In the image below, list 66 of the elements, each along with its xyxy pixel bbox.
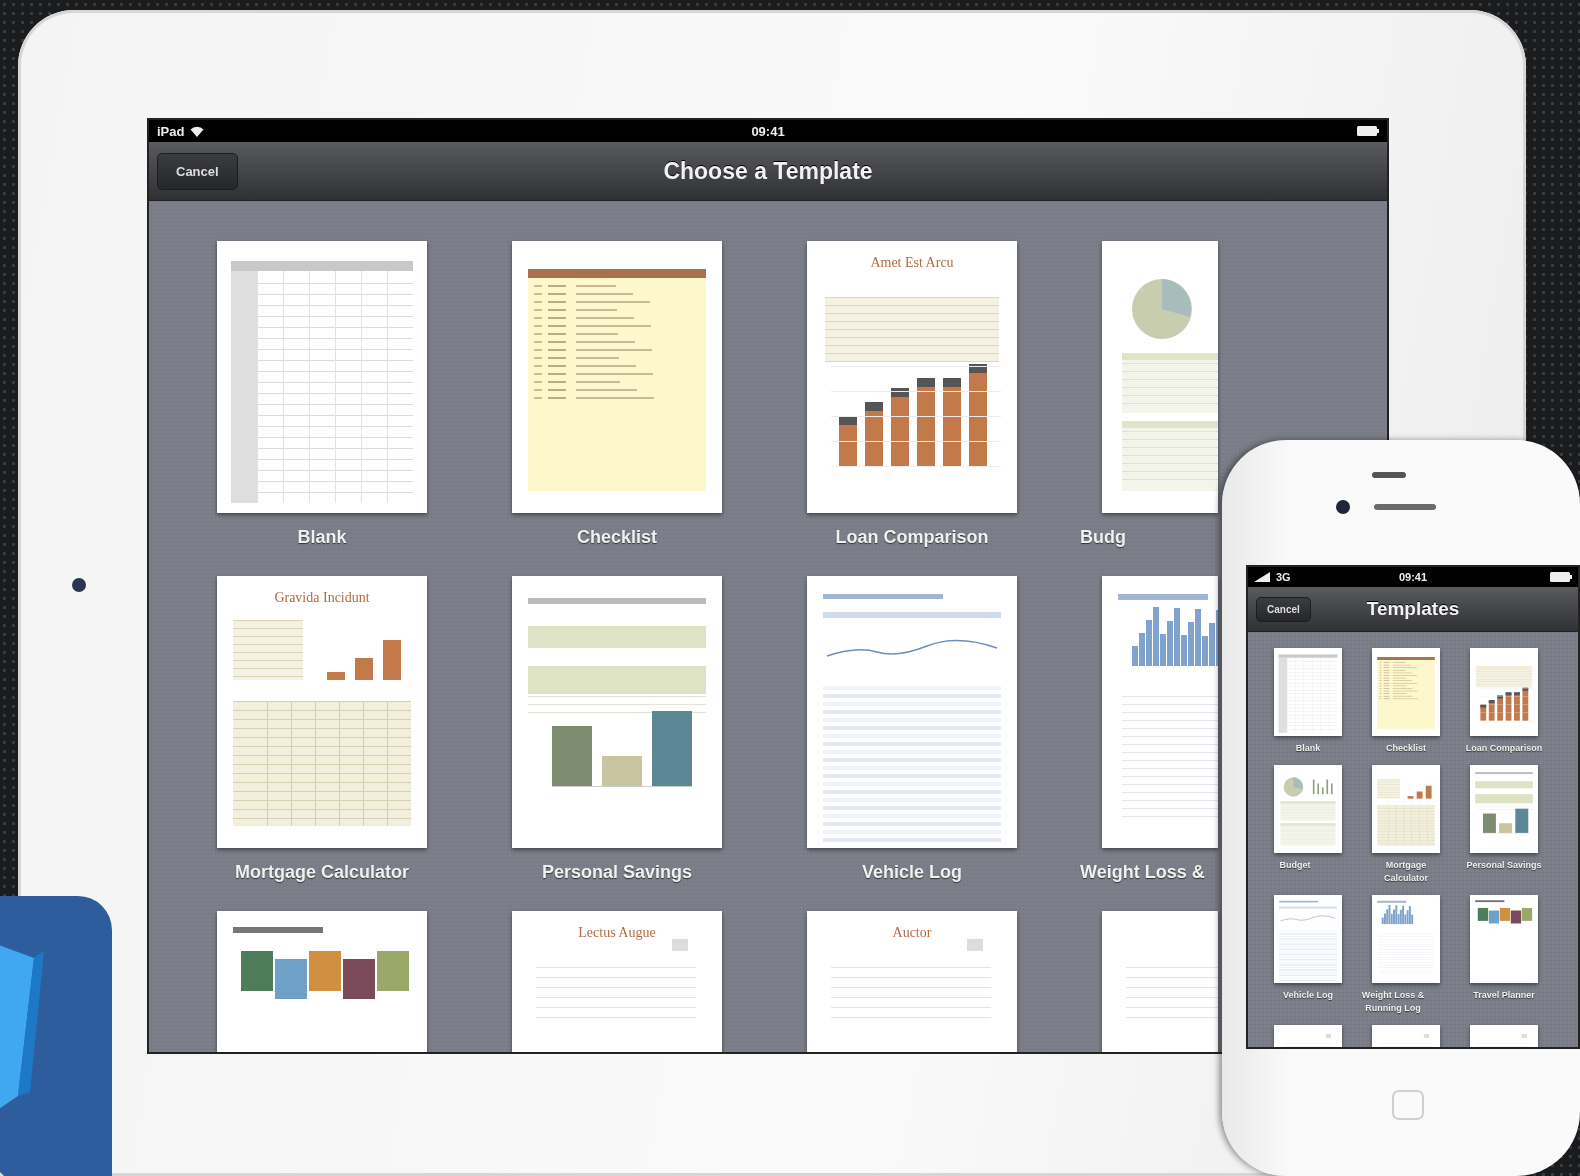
- earpiece-slot: [1374, 504, 1436, 510]
- document-preview-drawing: [1475, 666, 1533, 722]
- network-label: 3G: [1276, 571, 1291, 583]
- document-preview-drawing: [1280, 777, 1336, 846]
- template-label: Travel Planner: [1472, 989, 1536, 1003]
- app-icon[interactable]: [0, 896, 112, 1176]
- document-preview-drawing: [1281, 1034, 1334, 1047]
- template-label: Weight Loss &: [1080, 862, 1205, 883]
- template-thumbnail[interactable]: Amet Est Arcu: [807, 241, 1017, 513]
- template-thumbnail[interactable]: Gravida Incidunt: [217, 576, 427, 848]
- wifi-icon: [190, 125, 205, 137]
- document-title: Gravida Incidunt: [273, 590, 371, 606]
- template-label: Mortgage Calculator: [235, 862, 409, 883]
- cancel-button[interactable]: Cancel: [157, 152, 238, 190]
- camera-lens: [1336, 500, 1350, 514]
- document-preview-drawing: [1475, 900, 1533, 924]
- template-thumbnail[interactable]: [217, 241, 427, 513]
- template-label: Budg: [1080, 527, 1126, 548]
- template-label: Loan Comparison: [835, 527, 989, 548]
- template-thumbnail[interactable]: [1102, 241, 1218, 513]
- battery-icon: [1357, 126, 1379, 136]
- document-preview-drawing: [1379, 1034, 1432, 1047]
- device-name: iPad: [157, 123, 185, 139]
- battery-icon: [1550, 572, 1572, 582]
- template-thumbnail[interactable]: [1102, 576, 1218, 848]
- document-preview-drawing: [1475, 772, 1533, 834]
- template-label: Budget: [1278, 859, 1312, 873]
- cancel-button[interactable]: Cancel: [1256, 596, 1311, 622]
- clock: 09:41: [751, 123, 785, 139]
- signal-icon: [1254, 572, 1270, 582]
- template-thumbnail[interactable]: Lectus Augue: [512, 911, 722, 1052]
- document-preview-drawing: [1377, 779, 1435, 846]
- template-label: Checklist: [576, 527, 657, 548]
- template-label: Loan Comparison: [1464, 742, 1544, 755]
- template-thumbnail[interactable]: [807, 576, 1017, 848]
- document-title: Lectus Augue: [577, 925, 657, 941]
- document-preview-drawing: [1477, 1034, 1530, 1047]
- template-thumbnail[interactable]: Auctor: [807, 911, 1017, 1052]
- template-label: Vehicle Log: [1282, 989, 1334, 1003]
- template-thumbnail[interactable]: [1470, 648, 1538, 736]
- template-thumbnail[interactable]: [1372, 895, 1440, 984]
- template-thumbnail[interactable]: [1470, 895, 1538, 984]
- template-label: Blank: [1294, 742, 1322, 755]
- document-title: Amet Est Arcu: [869, 255, 955, 271]
- template-label: Weight Loss & Running Log: [1360, 989, 1426, 1016]
- screen-title: Choose a Template: [663, 157, 873, 185]
- template-label: Checklist: [1385, 742, 1427, 755]
- template-label: Vehicle Log: [862, 862, 962, 883]
- clock: 09:41: [1398, 571, 1428, 583]
- document-title: Auctor: [891, 925, 933, 941]
- template-label: Mortgage Calculator: [1383, 859, 1429, 886]
- document-preview-drawing: [1377, 657, 1435, 729]
- template-label: Blank: [297, 527, 347, 548]
- screen-title: Templates: [1366, 598, 1460, 620]
- speaker-slot: [1372, 472, 1406, 478]
- template-thumbnail[interactable]: [1372, 648, 1440, 736]
- template-thumbnail[interactable]: [1274, 648, 1342, 736]
- template-thumbnail[interactable]: [512, 241, 722, 513]
- template-label: Personal Savings: [1465, 859, 1543, 873]
- template-label: Personal Savings: [541, 862, 693, 883]
- template-thumbnail[interactable]: [1372, 765, 1440, 854]
- template-thumbnail[interactable]: [1470, 765, 1538, 854]
- home-button[interactable]: [1392, 1090, 1424, 1120]
- template-thumbnail[interactable]: [512, 576, 722, 848]
- camera-lens: [72, 578, 86, 592]
- template-thumbnail[interactable]: [1274, 765, 1342, 854]
